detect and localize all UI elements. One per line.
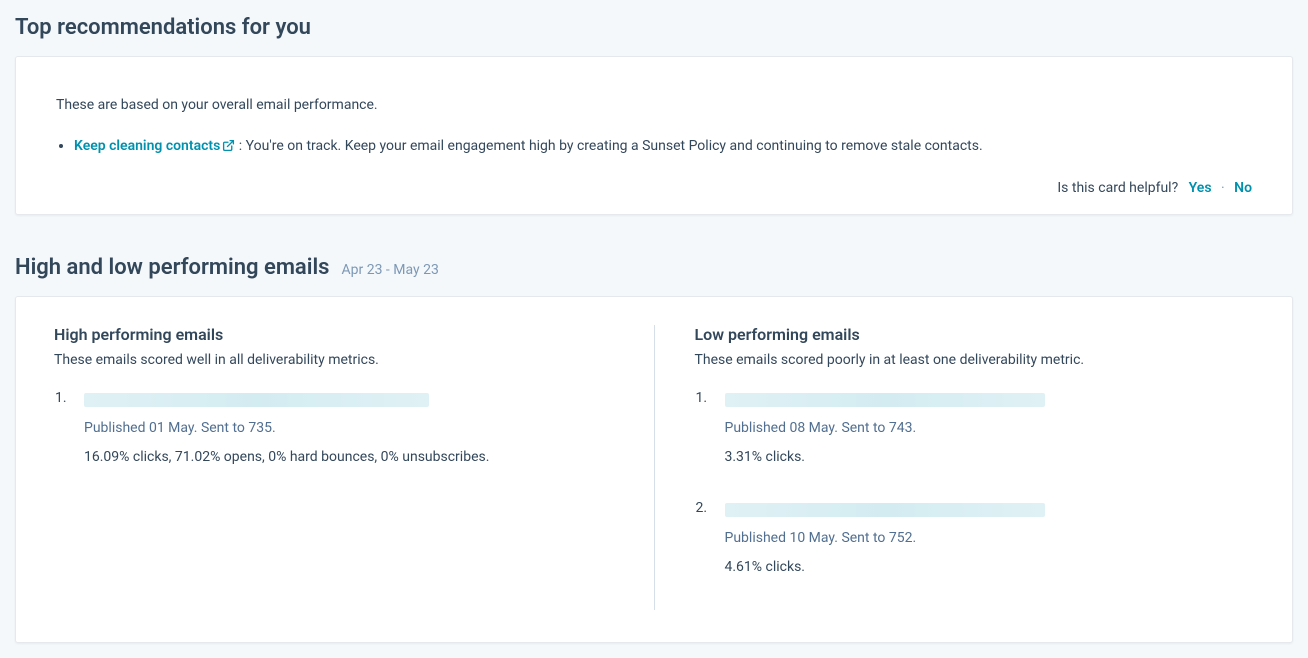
low-performing-column: Low performing emails These emails score… [655,325,1269,610]
external-link-icon [222,137,235,159]
recommendation-suffix: : You're on track. Keep your email engag… [239,138,983,154]
high-performing-title: High performing emails [54,325,614,344]
email-stats: 4.61% clicks. [725,556,1255,580]
email-stats: 3.31% clicks. [725,446,1255,470]
recommendations-card: These are based on your overall email pe… [15,56,1293,215]
list-item: Published 01 May. Sent to 735. 16.09% cl… [70,390,614,470]
performance-title: High and low performing emails [15,255,330,280]
date-range: Apr 23 - May 23 [342,262,439,278]
feedback-separator: · [1221,180,1225,196]
performance-card: High performing emails These emails scor… [15,296,1293,643]
low-performing-title: Low performing emails [695,325,1255,344]
email-meta: Published 10 May. Sent to 752. [725,527,1255,551]
low-performing-subtitle: These emails scored poorly in at least o… [695,352,1255,368]
keep-cleaning-contacts-link[interactable]: Keep cleaning contacts [74,138,239,154]
email-name-redacted[interactable] [725,393,1045,407]
high-performing-subtitle: These emails scored well in all delivera… [54,352,614,368]
recommendations-title: Top recommendations for you [15,15,1293,40]
feedback-prompt: Is this card helpful? [1057,180,1178,196]
email-name-redacted[interactable] [84,393,429,407]
low-performing-list: Published 08 May. Sent to 743. 3.31% cli… [695,390,1255,580]
email-name-redacted[interactable] [725,503,1045,517]
recommendation-item: Keep cleaning contacts : You're on track… [74,135,1252,158]
email-meta: Published 08 May. Sent to 743. [725,417,1255,441]
high-performing-list: Published 01 May. Sent to 735. 16.09% cl… [54,390,614,470]
recommendation-link-text: Keep cleaning contacts [74,138,220,154]
recommendations-list: Keep cleaning contacts : You're on track… [56,135,1252,158]
email-stats: 16.09% clicks, 71.02% opens, 0% hard bou… [84,446,614,470]
email-meta: Published 01 May. Sent to 735. [84,417,614,441]
feedback-row: Is this card helpful? Yes · No [56,180,1252,196]
high-performing-column: High performing emails These emails scor… [40,325,655,610]
feedback-no-button[interactable]: No [1234,180,1252,196]
list-item: Published 08 May. Sent to 743. 3.31% cli… [711,390,1255,470]
performance-header: High and low performing emails Apr 23 - … [15,255,1293,280]
feedback-yes-button[interactable]: Yes [1189,180,1212,196]
recommendations-intro: These are based on your overall email pe… [56,97,1252,113]
list-item: Published 10 May. Sent to 752. 4.61% cli… [711,500,1255,580]
